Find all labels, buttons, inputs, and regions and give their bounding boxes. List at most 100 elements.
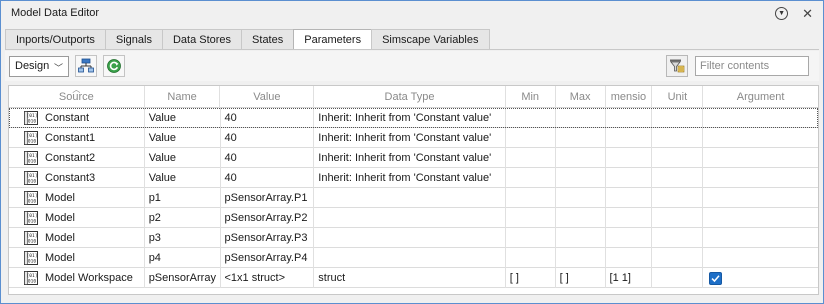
cell-data-type[interactable]: Inherit: Inherit from 'Constant value': [314, 148, 506, 168]
tab-states[interactable]: States: [241, 29, 295, 49]
cell-argument[interactable]: [703, 208, 818, 228]
cell-data-type[interactable]: Inherit: Inherit from 'Constant value': [314, 108, 506, 128]
argument-checkbox[interactable]: [709, 271, 723, 285]
cell-max[interactable]: [556, 188, 606, 208]
cell-source[interactable]: [01] 010 Model Workspace: [9, 268, 145, 288]
cell-argument[interactable]: [703, 128, 818, 148]
cell-min[interactable]: [ ]: [506, 268, 556, 288]
cell-dimensions[interactable]: [606, 168, 653, 188]
cell-value[interactable]: 40: [221, 108, 315, 128]
cell-dimensions[interactable]: [606, 108, 653, 128]
cell-argument[interactable]: [703, 168, 818, 188]
column-header-dimensions[interactable]: mensio: [606, 86, 653, 108]
cell-min[interactable]: [506, 108, 556, 128]
column-header-name[interactable]: Name: [145, 86, 221, 108]
cell-argument[interactable]: [703, 108, 818, 128]
cell-dimensions[interactable]: [1 1]: [606, 268, 653, 288]
cell-argument[interactable]: [703, 268, 818, 288]
table-row[interactable]: [01] 010 Constant1 Value 40 Inherit: Inherit …: [9, 128, 818, 148]
cell-max[interactable]: [556, 148, 606, 168]
cell-dimensions[interactable]: [606, 228, 653, 248]
cell-dimensions[interactable]: [606, 188, 653, 208]
cell-max[interactable]: [556, 108, 606, 128]
cell-name[interactable]: p1: [145, 188, 221, 208]
cell-dimensions[interactable]: [606, 148, 653, 168]
cell-value[interactable]: pSensorArray.P2: [221, 208, 315, 228]
cell-max[interactable]: [556, 208, 606, 228]
cell-source[interactable]: [01] 010 Model: [9, 228, 145, 248]
table-row[interactable]: [01] 010 Constant Value 40 Inherit: Inherit f…: [9, 108, 818, 128]
close-icon[interactable]: ✕: [802, 7, 813, 20]
cell-unit[interactable]: [652, 228, 704, 248]
table-row[interactable]: [01] 010 Model p1 pSensorArray.P1: [9, 188, 818, 208]
cell-unit[interactable]: [652, 248, 704, 268]
column-header-unit[interactable]: Unit: [652, 86, 704, 108]
cell-source[interactable]: [01] 010 Constant: [9, 108, 145, 128]
cell-source[interactable]: [01] 010 Model: [9, 208, 145, 228]
cell-name[interactable]: p2: [145, 208, 221, 228]
cell-value[interactable]: pSensorArray.P1: [221, 188, 315, 208]
cell-unit[interactable]: [652, 268, 704, 288]
tab-inports-outports[interactable]: Inports/Outports: [5, 29, 106, 49]
tab-signals[interactable]: Signals: [104, 29, 163, 49]
table-row[interactable]: [01] 010 Constant3 Value 40 Inherit: Inherit …: [9, 168, 818, 188]
cell-max[interactable]: [ ]: [556, 268, 606, 288]
cell-data-type[interactable]: [314, 228, 506, 248]
cell-source[interactable]: [01] 010 Model: [9, 188, 145, 208]
cell-data-type[interactable]: struct: [314, 268, 506, 288]
tab-data-stores[interactable]: Data Stores: [161, 29, 243, 49]
cell-name[interactable]: Value: [145, 108, 221, 128]
cell-dimensions[interactable]: [606, 128, 653, 148]
cell-data-type[interactable]: [314, 248, 506, 268]
cell-source[interactable]: [01] 010 Constant3: [9, 168, 145, 188]
column-header-min[interactable]: Min: [506, 86, 556, 108]
cell-min[interactable]: [506, 188, 556, 208]
column-header-max[interactable]: Max: [556, 86, 606, 108]
tab-simscape-variables[interactable]: Simscape Variables: [371, 29, 490, 49]
cell-value[interactable]: 40: [221, 148, 315, 168]
cell-data-type[interactable]: [314, 208, 506, 228]
cell-name[interactable]: p4: [145, 248, 221, 268]
column-header-value[interactable]: Value: [220, 86, 315, 108]
model-hierarchy-button[interactable]: [75, 55, 97, 77]
cell-min[interactable]: [506, 128, 556, 148]
cell-value[interactable]: <1x1 struct>: [221, 268, 315, 288]
table-row[interactable]: [01] 010 Constant2 Value 40 Inherit: Inherit …: [9, 148, 818, 168]
cell-unit[interactable]: [652, 148, 704, 168]
cell-data-type[interactable]: Inherit: Inherit from 'Constant value': [314, 168, 506, 188]
cell-value[interactable]: pSensorArray.P3: [221, 228, 315, 248]
cell-argument[interactable]: [703, 228, 818, 248]
column-header-argument[interactable]: Argument: [703, 86, 818, 108]
cell-name[interactable]: p3: [145, 228, 221, 248]
cell-source[interactable]: [01] 010 Constant1: [9, 128, 145, 148]
cell-min[interactable]: [506, 168, 556, 188]
cell-unit[interactable]: [652, 128, 704, 148]
view-select[interactable]: Design ﹀: [9, 55, 69, 77]
cell-value[interactable]: 40: [221, 168, 315, 188]
cell-name[interactable]: pSensorArray: [145, 268, 221, 288]
cell-source[interactable]: [01] 010 Constant2: [9, 148, 145, 168]
tab-parameters[interactable]: Parameters: [293, 29, 373, 50]
filter-input[interactable]: [695, 56, 809, 76]
cell-value[interactable]: 40: [221, 128, 315, 148]
table-row[interactable]: [01] 010 Model p4 pSensorArray.P4: [9, 248, 818, 268]
cell-name[interactable]: Value: [145, 148, 221, 168]
cell-argument[interactable]: [703, 248, 818, 268]
cell-max[interactable]: [556, 248, 606, 268]
cell-min[interactable]: [506, 248, 556, 268]
cell-name[interactable]: Value: [145, 168, 221, 188]
refresh-button[interactable]: [103, 55, 125, 77]
column-header-source[interactable]: ︿ Source: [9, 86, 145, 108]
column-header-data-type[interactable]: Data Type: [314, 86, 506, 108]
cell-argument[interactable]: [703, 148, 818, 168]
cell-unit[interactable]: [652, 208, 704, 228]
filter-button[interactable]: [666, 55, 688, 77]
cell-dimensions[interactable]: [606, 248, 653, 268]
cell-max[interactable]: [556, 228, 606, 248]
cell-value[interactable]: pSensorArray.P4: [221, 248, 315, 268]
circle-chevron-down-icon[interactable]: ▼: [775, 6, 789, 20]
cell-min[interactable]: [506, 228, 556, 248]
cell-unit[interactable]: [652, 188, 704, 208]
table-row[interactable]: [01] 010 Model Workspace pSensorArray <1x1 s…: [9, 268, 818, 288]
cell-unit[interactable]: [652, 108, 704, 128]
